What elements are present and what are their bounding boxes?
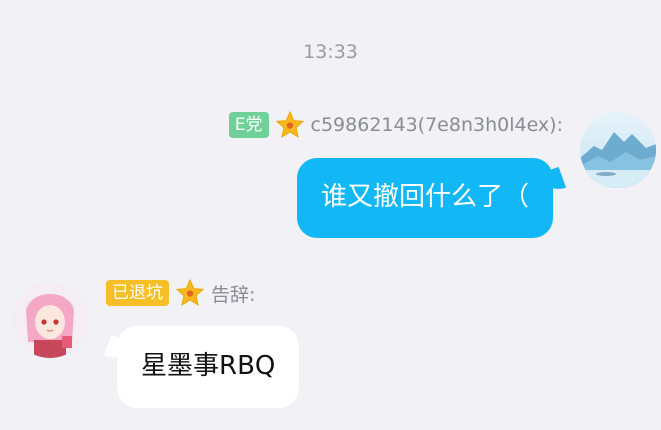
sender-name[interactable]: 告辞: [211, 280, 255, 307]
sender-name[interactable]: c59862143(7e8n3h0l4ex): [311, 114, 563, 136]
message-bubble[interactable]: 谁又撤回什么了（ [296, 158, 567, 238]
member-title-badge[interactable]: 已退坑 [106, 280, 169, 306]
landscape-avatar[interactable] [580, 112, 656, 188]
star-rank-icon[interactable] [175, 278, 205, 308]
bubble-tail [537, 166, 567, 196]
star-rank-icon[interactable] [275, 110, 305, 140]
message-timestamp: 13:33 [303, 41, 358, 63]
anime-girl-avatar[interactable] [12, 282, 88, 358]
sender-meta: E党 c59862143(7e8n3h0l4ex): [228, 110, 563, 140]
sender-meta: 已退坑 告辞: [106, 278, 255, 308]
message-bubble[interactable]: 星墨事RBQ [103, 326, 300, 408]
message-text: 谁又撤回什么了（ [320, 182, 529, 213]
chat-view: 13:33 E党 c59862143(7e8n3h0l4ex): 谁又撤回什么了… [0, 0, 661, 430]
member-title-badge[interactable]: E党 [228, 112, 269, 138]
message-text: 星墨事RBQ [141, 351, 276, 382]
bubble-tail [103, 334, 133, 364]
